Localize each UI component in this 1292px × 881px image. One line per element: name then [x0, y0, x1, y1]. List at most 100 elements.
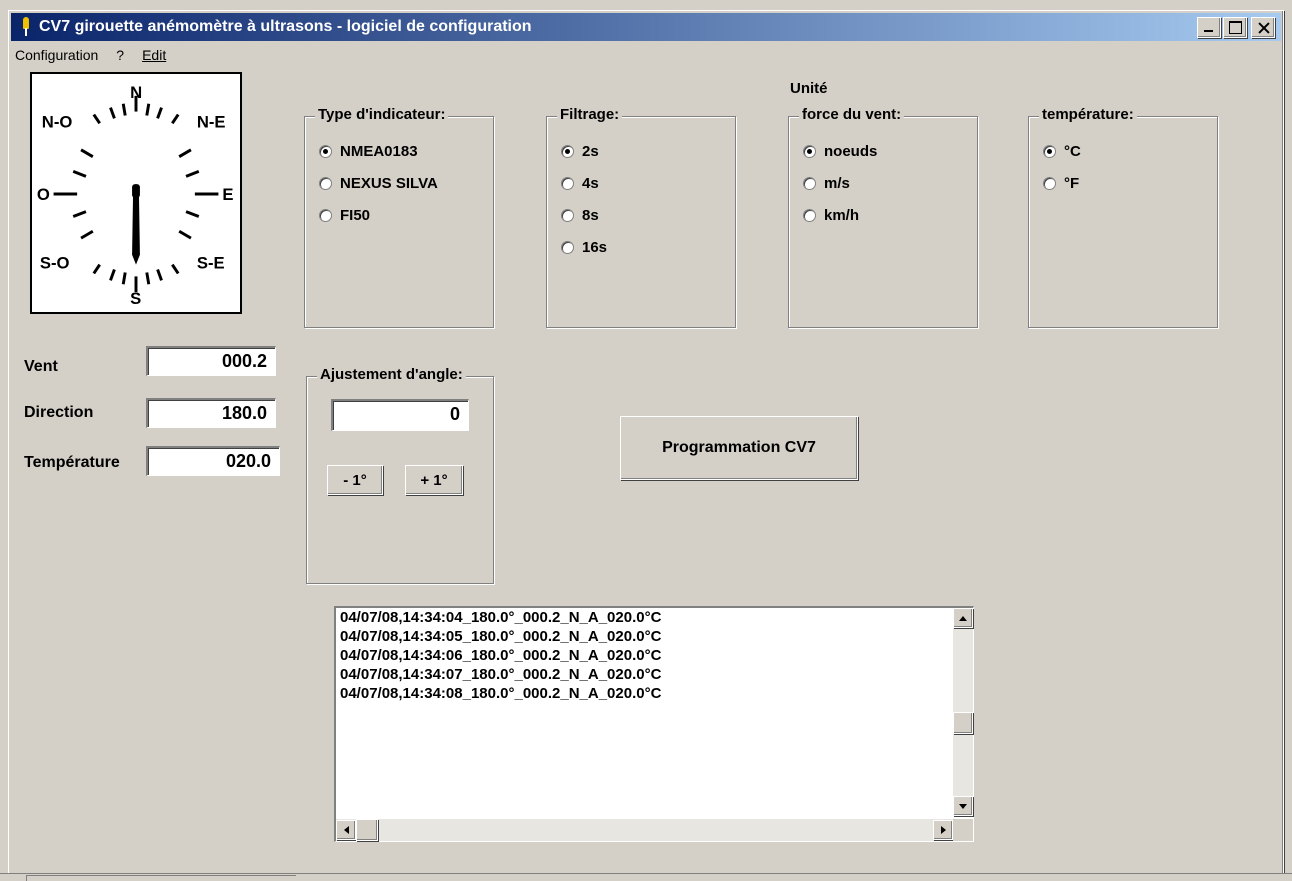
radio-dot-icon — [803, 176, 816, 190]
window-title: CV7 girouette anémomètre à ultrasons - l… — [39, 18, 532, 35]
filtering-group: Filtrage: 2s 4s 8s 16s — [546, 106, 736, 328]
radio-label: 4s — [582, 174, 599, 192]
radio-label: 16s — [582, 238, 608, 256]
temperature-unit-title: température: — [1039, 106, 1137, 123]
compass-label-s: S — [130, 289, 141, 308]
radio-label: 8s — [582, 206, 599, 224]
angle-adjust-title: Ajustement d'angle: — [317, 366, 466, 383]
compass-label-ne: N-E — [197, 112, 226, 131]
filtering-title: Filtrage: — [557, 106, 623, 123]
compass-label-so: S-O — [40, 254, 70, 273]
radio-celsius[interactable]: °C — [1043, 141, 1081, 161]
radio-16s[interactable]: 16s — [561, 237, 607, 257]
close-button[interactable] — [1251, 17, 1275, 38]
radio-dot-icon — [803, 144, 816, 158]
arrow-up-icon — [959, 615, 967, 621]
indicator-type-title: Type d'indicateur: — [315, 106, 449, 123]
radio-label: NMEA0183 — [340, 142, 418, 160]
arrow-down-icon — [959, 803, 967, 809]
radio-dot-icon — [803, 208, 816, 222]
radio-label: m/s — [824, 174, 850, 192]
arrow-right-icon — [940, 826, 946, 834]
indicator-type-group: Type d'indicateur: NMEA0183 NEXUS SILVA … — [304, 106, 494, 328]
horizontal-scrollbar[interactable] — [336, 819, 953, 841]
radio-label: FI50 — [340, 206, 371, 224]
title-bar[interactable]: CV7 girouette anémomètre à ultrasons - l… — [11, 13, 1281, 41]
radio-nexus-silva[interactable]: NEXUS SILVA — [319, 173, 438, 193]
log-line: 04/07/08,14:34:06_180.0°_000.2_N_A_020.0… — [340, 647, 662, 664]
vertical-scrollbar[interactable] — [953, 608, 973, 816]
vertical-scroll-thumb[interactable] — [953, 712, 973, 734]
compass-label-se: S-E — [197, 254, 225, 273]
log-line: 04/07/08,14:34:07_180.0°_000.2_N_A_020.0… — [340, 666, 662, 683]
minimize-button[interactable] — [1197, 17, 1221, 38]
radio-fahrenheit[interactable]: °F — [1043, 173, 1081, 193]
radio-label: noeuds — [824, 142, 878, 160]
direction-field[interactable]: 180.0 — [146, 398, 276, 428]
radio-kmh[interactable]: km/h — [803, 205, 877, 225]
radio-8s[interactable]: 8s — [561, 205, 607, 225]
radio-label: °C — [1064, 142, 1081, 160]
horizontal-scroll-thumb[interactable] — [356, 819, 378, 841]
wind-unit-group: force du vent: noeuds m/s km/h — [788, 106, 978, 328]
radio-2s[interactable]: 2s — [561, 141, 607, 161]
angle-adjust-group: Ajustement d'angle: 0 - 1° + 1° — [306, 366, 494, 584]
direction-label: Direction — [24, 404, 94, 421]
temperature-unit-group: température: °C °F — [1028, 106, 1218, 328]
compass-dial: N N-O N-E O E S-O S-E S — [30, 72, 242, 314]
radio-label: °F — [1064, 174, 1080, 192]
radio-dot-icon — [1043, 144, 1056, 158]
radio-dot-icon — [561, 176, 574, 190]
radio-noeuds[interactable]: noeuds — [803, 141, 877, 161]
scroll-up-button[interactable] — [953, 608, 973, 628]
radio-fi50[interactable]: FI50 — [319, 205, 438, 225]
programmation-button[interactable]: Programmation CV7 — [620, 416, 858, 480]
arrow-left-icon — [343, 826, 349, 834]
radio-ms[interactable]: m/s — [803, 173, 877, 193]
scroll-right-button[interactable] — [933, 820, 953, 840]
radio-dot-icon — [561, 240, 574, 254]
menu-edit[interactable]: Edit — [140, 47, 168, 63]
status-segment — [26, 875, 296, 881]
vent-label: Vent — [24, 358, 58, 375]
radio-dot-icon — [319, 176, 332, 190]
radio-label: km/h — [824, 206, 860, 224]
vent-field[interactable]: 000.2 — [146, 346, 276, 376]
radio-dot-icon — [561, 144, 574, 158]
compass-label-e: E — [222, 185, 233, 204]
compass-needle — [132, 193, 140, 265]
temperature-field[interactable]: 020.0 — [146, 446, 280, 476]
menu-help[interactable]: ? — [114, 47, 126, 63]
radio-4s[interactable]: 4s — [561, 173, 607, 193]
compass-label-no: N-O — [42, 112, 73, 131]
menu-configuration[interactable]: Configuration — [13, 47, 100, 63]
radio-dot-icon — [561, 208, 574, 222]
radio-dot-icon — [319, 208, 332, 222]
radio-label: NEXUS SILVA — [340, 174, 438, 192]
radio-label: 2s — [582, 142, 599, 160]
radio-nmea0183[interactable]: NMEA0183 — [319, 141, 438, 161]
log-line: 04/07/08,14:34:04_180.0°_000.2_N_A_020.0… — [340, 609, 662, 626]
window-controls — [1197, 17, 1275, 38]
app-icon — [19, 17, 33, 37]
scroll-left-button[interactable] — [336, 820, 356, 840]
menu-bar: Configuration ? Edit — [13, 43, 168, 67]
scroll-corner — [953, 819, 973, 841]
angle-field[interactable]: 0 — [331, 399, 469, 431]
compass-graphic: N N-O N-E O E S-O S-E S — [37, 83, 234, 308]
unit-heading: Unité — [790, 80, 828, 97]
log-listbox[interactable]: 04/07/08,14:34:04_180.0°_000.2_N_A_020.0… — [334, 606, 974, 842]
minus-one-degree-button[interactable]: - 1° — [327, 465, 383, 495]
plus-one-degree-button[interactable]: + 1° — [405, 465, 463, 495]
log-line: 04/07/08,14:34:05_180.0°_000.2_N_A_020.0… — [340, 628, 662, 645]
temperature-label: Température — [24, 454, 120, 471]
log-line: 04/07/08,14:34:08_180.0°_000.2_N_A_020.0… — [340, 685, 662, 702]
compass-label-n: N — [130, 83, 142, 102]
status-bar — [0, 873, 1292, 881]
radio-dot-icon — [319, 144, 332, 158]
scroll-down-button[interactable] — [953, 796, 973, 816]
maximize-button[interactable] — [1223, 17, 1247, 38]
wind-unit-title: force du vent: — [799, 106, 905, 123]
log-lines: 04/07/08,14:34:04_180.0°_000.2_N_A_020.0… — [340, 608, 661, 703]
compass-label-o: O — [37, 185, 50, 204]
